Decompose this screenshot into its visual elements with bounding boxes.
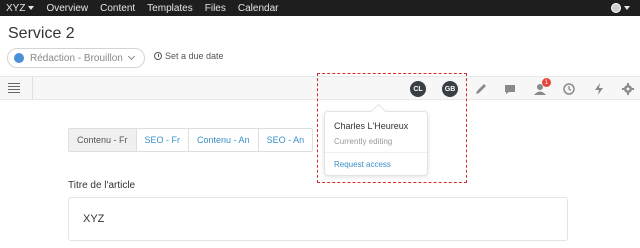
workspace-menu[interactable]: XYZ xyxy=(6,2,35,14)
top-navigation: XYZ Overview Content Templates Files Cal… xyxy=(0,0,640,16)
language-tabs: Contenu - Fr SEO - Fr Contenu - An SEO -… xyxy=(68,128,314,152)
request-access-link[interactable]: Request access xyxy=(334,160,391,169)
user-menu[interactable] xyxy=(611,3,630,13)
nav-content[interactable]: Content xyxy=(100,3,135,14)
editor-toolbar: CL GB 1 xyxy=(0,76,640,100)
status-label: Rédaction - Brouillon xyxy=(30,52,123,64)
user-avatar xyxy=(611,3,621,13)
workspace-label: XYZ xyxy=(6,2,26,14)
due-date-button[interactable]: Set a due date xyxy=(154,51,224,61)
nav-files[interactable]: Files xyxy=(205,3,226,14)
notification-badge: 1 xyxy=(542,78,551,87)
collaborator-avatar-gb[interactable]: GB xyxy=(442,81,458,97)
pencil-icon[interactable] xyxy=(474,82,488,96)
page-title: Service 2 xyxy=(8,25,75,42)
article-title-input[interactable]: XYZ xyxy=(68,197,568,241)
menu-icon[interactable] xyxy=(8,83,20,94)
tab-seo-fr[interactable]: SEO - Fr xyxy=(137,129,190,151)
lightning-icon[interactable] xyxy=(592,82,606,96)
status-dropdown[interactable]: Rédaction - Brouillon xyxy=(7,48,145,68)
collaborator-name: Charles L'Heureux xyxy=(334,121,409,131)
due-date-label: Set a due date xyxy=(165,51,224,61)
popover-divider xyxy=(325,152,427,153)
collaborator-avatar-cl[interactable]: CL xyxy=(410,81,426,97)
clock-icon xyxy=(154,52,162,60)
gear-icon[interactable] xyxy=(621,82,635,96)
nav-overview[interactable]: Overview xyxy=(46,3,88,14)
collaborator-status: Currently editing xyxy=(334,137,393,146)
caret-down-icon xyxy=(624,6,630,10)
article-title-label: Titre de l'article xyxy=(68,180,136,191)
tab-seo-an[interactable]: SEO - An xyxy=(259,129,313,151)
nav-calendar[interactable]: Calendar xyxy=(238,3,279,14)
caret-down-icon xyxy=(28,5,35,10)
collaborator-popover: Charles L'Heureux Currently editing Requ… xyxy=(324,111,428,176)
comment-icon[interactable] xyxy=(503,82,517,96)
chevron-down-icon xyxy=(127,52,135,61)
nav-templates[interactable]: Templates xyxy=(147,3,193,14)
status-dot-icon xyxy=(14,53,24,63)
people-icon[interactable]: 1 xyxy=(533,78,551,96)
history-icon[interactable] xyxy=(562,82,576,96)
tab-contenu-fr[interactable]: Contenu - Fr xyxy=(69,129,137,151)
toolbar-divider xyxy=(32,77,33,99)
tab-contenu-an[interactable]: Contenu - An xyxy=(189,129,259,151)
